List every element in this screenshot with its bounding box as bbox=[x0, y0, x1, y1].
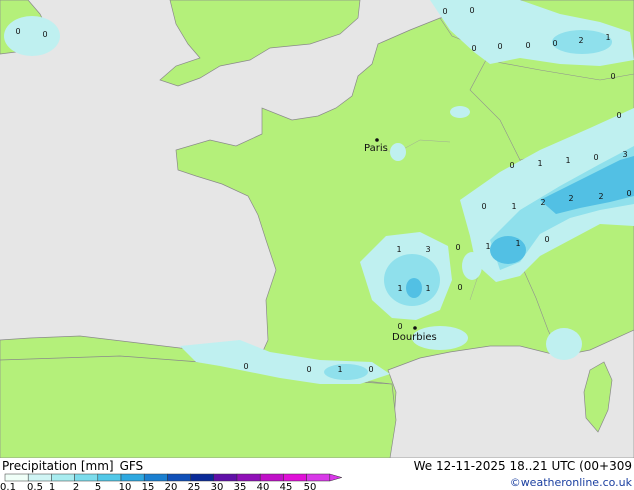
precip-value: 0 bbox=[368, 365, 373, 374]
precip-value: 0 bbox=[481, 202, 486, 211]
legend-tick: 35 bbox=[234, 482, 247, 490]
legend-tick: 0.5 bbox=[27, 482, 43, 490]
precip-value: 1 bbox=[511, 202, 516, 211]
legend-swatch bbox=[74, 473, 99, 482]
precip-value: 3 bbox=[622, 150, 627, 159]
precip-value: 0 bbox=[525, 41, 530, 50]
city-label: Paris bbox=[364, 143, 388, 154]
legend-tick: 15 bbox=[142, 482, 155, 490]
precip-value: 0 bbox=[397, 322, 402, 331]
city-marker bbox=[375, 138, 379, 142]
precip-value: 0 bbox=[497, 42, 502, 51]
precip-value: 2 bbox=[540, 198, 545, 207]
precip-value: 1 bbox=[425, 284, 430, 293]
legend-swatch bbox=[4, 473, 29, 482]
precip-value: 0 bbox=[552, 39, 557, 48]
legend-tick: 30 bbox=[211, 482, 224, 490]
legend-tick: 2 bbox=[73, 482, 79, 490]
legend-swatch bbox=[51, 473, 75, 482]
precip-value: 0 bbox=[457, 283, 462, 292]
legend-swatch bbox=[213, 473, 238, 482]
valid-time: We 12-11-2025 18..21 UTC (00+309 bbox=[414, 459, 632, 473]
legend-swatch bbox=[259, 473, 284, 482]
precip-value: 0 bbox=[471, 44, 476, 53]
legend-tick: 25 bbox=[188, 482, 201, 490]
precip-value: 0 bbox=[616, 111, 621, 120]
legend-swatch bbox=[120, 473, 145, 482]
legend-tick: 40 bbox=[257, 482, 270, 490]
precip-value: 1 bbox=[396, 245, 401, 254]
legend-tick: 10 bbox=[119, 482, 132, 490]
precip-value: 1 bbox=[565, 156, 570, 165]
legend-tick: 20 bbox=[165, 482, 178, 490]
precip-value: 2 bbox=[568, 194, 573, 203]
legend-swatch bbox=[27, 473, 52, 482]
precip-value: 0 bbox=[626, 189, 631, 198]
precip-value: 0 bbox=[455, 243, 460, 252]
legend-tick: 5 bbox=[95, 482, 101, 490]
legend-swatch bbox=[236, 473, 261, 482]
legend-tick: 0.1 bbox=[0, 482, 16, 490]
precip-value: 1 bbox=[337, 365, 342, 374]
legend-swatch bbox=[283, 473, 307, 482]
legend-tick: 50 bbox=[304, 482, 317, 490]
legend-tick: 45 bbox=[280, 482, 293, 490]
city-marker bbox=[413, 326, 417, 330]
legend-swatch bbox=[167, 473, 191, 482]
legend-colorbar bbox=[4, 473, 343, 482]
city-label: Dourbies bbox=[392, 332, 437, 343]
precip-value: 0 bbox=[306, 365, 311, 374]
precip-value: 3 bbox=[425, 245, 430, 254]
precipitation-map: 0000000210001013001222011013011000010 Pa… bbox=[0, 0, 634, 490]
legend-swatch bbox=[143, 473, 168, 482]
precip-value: 0 bbox=[243, 362, 248, 371]
precip-value: 2 bbox=[578, 36, 583, 45]
credit-link[interactable]: ©weatheronline.co.uk bbox=[510, 476, 633, 489]
legend-model: GFS bbox=[120, 459, 144, 473]
precip-value: 0 bbox=[42, 30, 47, 39]
precip-value: 1 bbox=[537, 159, 542, 168]
precip-value: 0 bbox=[469, 6, 474, 15]
legend-swatch bbox=[190, 473, 215, 482]
precip-value: 2 bbox=[598, 192, 603, 201]
precip-value: 0 bbox=[15, 27, 20, 36]
legend-title: Precipitation [mm] GFS bbox=[2, 459, 143, 473]
precip-value: 1 bbox=[605, 33, 610, 42]
precip-value: 1 bbox=[515, 239, 520, 248]
precip-value: 0 bbox=[442, 7, 447, 16]
legend-title-label: Precipitation [mm] bbox=[2, 459, 114, 473]
legend-swatch bbox=[97, 473, 122, 482]
precip-value: 1 bbox=[485, 242, 490, 251]
precip-value: 0 bbox=[509, 161, 514, 170]
legend-tick: 1 bbox=[49, 482, 55, 490]
precip-value: 0 bbox=[610, 72, 615, 81]
precip-value: 0 bbox=[593, 153, 598, 162]
precip-value: 0 bbox=[544, 235, 549, 244]
precip-value: 1 bbox=[397, 284, 402, 293]
legend-swatch bbox=[306, 473, 331, 482]
